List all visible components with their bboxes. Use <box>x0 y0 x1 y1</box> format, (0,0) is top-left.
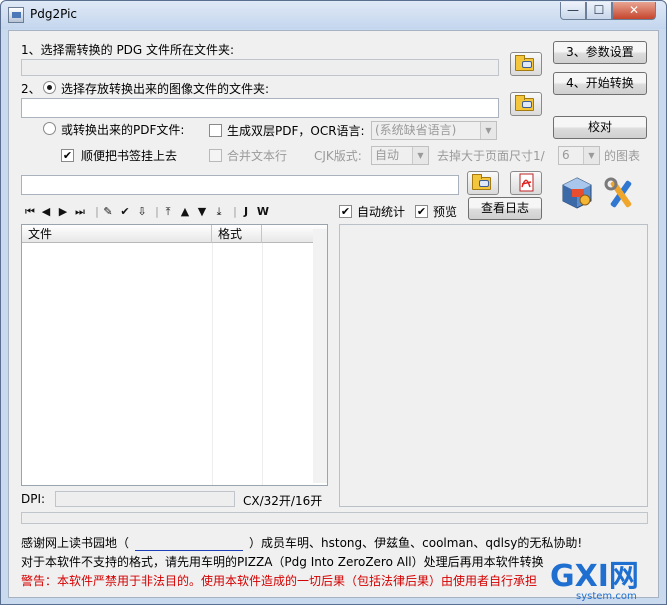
file-list-header: 文件 格式 <box>22 225 327 243</box>
dual-layer-pdf-checkbox[interactable] <box>209 124 222 137</box>
output-folder-input[interactable] <box>21 98 499 118</box>
cjk-layout-label: CJK版式: <box>314 149 362 163</box>
view-log-button[interactable]: 查看日志 <box>468 197 542 220</box>
output-index: 2、 <box>21 82 41 96</box>
auto-stats-label: 自动统计 <box>357 205 406 219</box>
preview-checkbox[interactable]: ✔ <box>415 205 428 218</box>
verify-button[interactable]: 校对 <box>553 116 647 139</box>
edit-icon[interactable]: ✎ <box>101 206 115 218</box>
next-record-icon[interactable]: ▶ <box>56 206 70 218</box>
pdg-package-icon[interactable] <box>559 175 595 211</box>
title-bar[interactable]: Pdg2Pic — ☐ ✕ <box>1 1 666 29</box>
progress-bar <box>21 512 648 524</box>
source-folder-label: 1、选择需转换的 PDG 文件所在文件夹: <box>21 43 235 57</box>
forum-link[interactable] <box>135 539 244 551</box>
chevron-down-icon: ▼ <box>412 147 428 164</box>
unsupported-note: 对于本软件不支持的格式，请先用车明的PIZZA（Pdg Into ZeroZer… <box>21 555 544 569</box>
browse-pdf-button[interactable] <box>467 171 499 195</box>
format-label: CX/32开/16开 <box>243 494 323 508</box>
pdf-icon <box>519 173 534 192</box>
previous-record-icon[interactable]: ◀ <box>39 206 53 218</box>
bookmark-label: 顺便把书签挂上去 <box>81 149 178 163</box>
warning-text: 警告：本软件严禁用于非法目的。使用本软件造成的一切后果（包括法律后果）由使用者自… <box>21 574 538 588</box>
remove-figures-label: 去掉大于页面尺寸1/ <box>437 149 545 163</box>
output-folder-label: 选择存放转换出来的图像文件的文件夹: <box>61 82 270 96</box>
auto-stats-checkbox[interactable]: ✔ <box>339 205 352 218</box>
tools-icon[interactable] <box>603 177 639 211</box>
j-tool-icon[interactable]: J <box>239 206 253 218</box>
browse-source-button[interactable] <box>510 52 542 76</box>
move-top-icon[interactable]: ⤒ <box>161 206 175 218</box>
ocr-language-select[interactable]: (系统缺省语言) ▼ <box>371 121 497 140</box>
watermark-brand: GXI网 <box>550 559 639 594</box>
minimize-button[interactable]: — <box>560 2 586 20</box>
column-divider <box>262 243 263 485</box>
remove-figures-select[interactable]: 6 ▼ <box>558 146 600 165</box>
merge-lines-checkbox[interactable] <box>209 149 222 162</box>
thanks-text: 感谢网上读书园地（ ）成员车明、hstong、伊兹鱼、coolman、qdlsy的… <box>21 534 582 551</box>
thanks-suffix: ）成员车明、hstong、伊兹鱼、coolman、qdlsy的无私协助! <box>249 536 583 550</box>
preview-panel <box>339 224 648 507</box>
start-convert-button[interactable]: 4、开始转换 <box>553 72 647 95</box>
site-watermark-logo: GXI网 system.com <box>550 559 639 602</box>
maximize-button[interactable]: ☐ <box>586 2 612 20</box>
move-down-icon[interactable]: ▼ <box>195 206 209 218</box>
last-record-icon[interactable]: ⏭ <box>73 206 87 218</box>
move-bottom-icon[interactable]: ⤓ <box>212 206 226 218</box>
merge-lines-label: 合并文本行 <box>227 149 288 163</box>
open-folder-icon <box>472 174 491 190</box>
pdf-file-button[interactable] <box>510 171 542 195</box>
open-folder-icon <box>515 95 534 111</box>
remove-figures-suffix: 的图表 <box>604 149 641 163</box>
open-folder-icon <box>515 55 534 71</box>
dpi-progress <box>55 491 235 507</box>
browse-output-button[interactable] <box>510 92 542 116</box>
bookmark-checkbox[interactable]: ✔ <box>61 149 74 162</box>
move-up-icon[interactable]: ▲ <box>178 206 192 218</box>
watermark-site: system.com <box>576 591 637 602</box>
cjk-layout-value: 自动 <box>375 148 400 162</box>
dpi-label: DPI: <box>21 492 46 506</box>
file-list[interactable]: 文件 格式 <box>21 224 328 486</box>
remove-figures-value: 6 <box>562 148 570 162</box>
cjk-layout-select[interactable]: 自动 ▼ <box>371 146 429 165</box>
column-divider <box>212 243 213 485</box>
close-button[interactable]: ✕ <box>612 2 656 20</box>
settings-button[interactable]: 3、参数设置 <box>553 41 647 64</box>
source-folder-input[interactable] <box>21 59 499 76</box>
pdf-file-input[interactable] <box>21 175 459 195</box>
window-title: Pdg2Pic <box>30 7 78 21</box>
preview-label: 预览 <box>433 205 458 219</box>
export-icon[interactable]: ⇩ <box>135 206 149 218</box>
column-header-format[interactable]: 格式 <box>212 225 262 243</box>
column-header-file[interactable]: 文件 <box>22 225 212 243</box>
thanks-prefix: 感谢网上读书园地（ <box>21 536 130 550</box>
dual-layer-pdf-label: 生成双层PDF，OCR语言: <box>227 124 365 138</box>
first-record-icon[interactable]: ⏮ <box>23 206 37 218</box>
ocr-language-value: (系统缺省语言) <box>375 123 457 137</box>
check-icon[interactable]: ✔ <box>118 206 132 218</box>
pdf-output-radio[interactable] <box>43 122 56 135</box>
output-folder-radio[interactable] <box>43 81 56 94</box>
app-icon <box>8 7 24 23</box>
file-list-scrollbar[interactable] <box>313 229 327 483</box>
app-window: Pdg2Pic — ☐ ✕ 1、选择需转换的 PDG 文件所在文件夹: 2、 选… <box>0 0 667 605</box>
chevron-down-icon: ▼ <box>583 147 599 164</box>
pdf-output-label: 或转换出来的PDF文件: <box>61 123 185 137</box>
w-tool-icon[interactable]: W <box>256 206 270 218</box>
chevron-down-icon: ▼ <box>480 122 496 139</box>
